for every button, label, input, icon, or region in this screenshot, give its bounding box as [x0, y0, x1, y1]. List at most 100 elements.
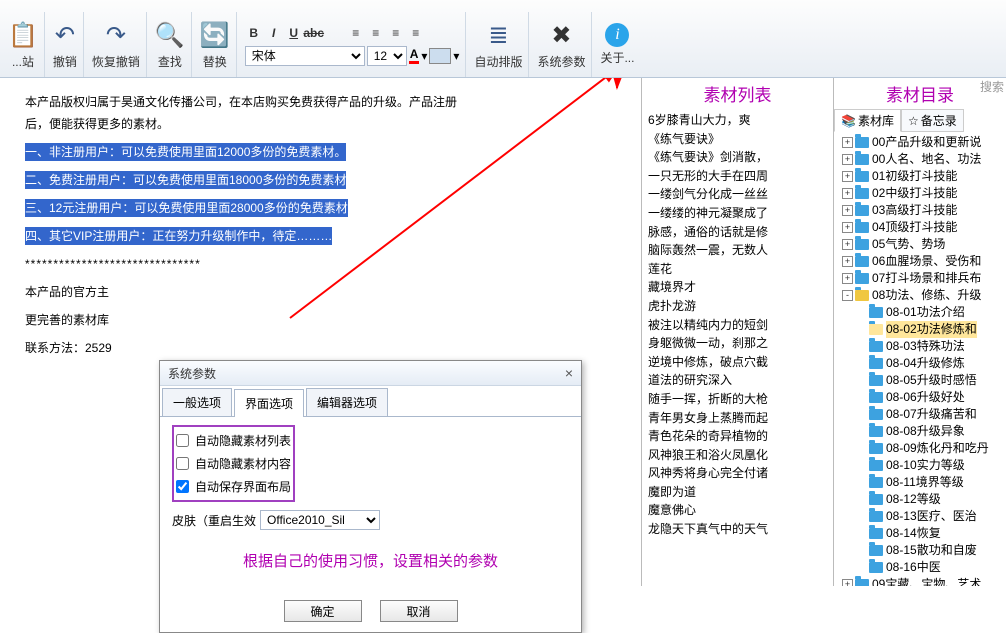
tree-item[interactable]: +00产品升级和更新说: [834, 134, 1006, 151]
tree-item[interactable]: +02中级打斗技能: [834, 185, 1006, 202]
material-list-pane: 素材列表 6岁膝青山大力，爽《练气要诀》《练气要诀》剑消散，一只无形的大手在四周…: [642, 78, 834, 586]
list-item[interactable]: 青年男女身上蒸腾而起: [648, 409, 827, 428]
list-item[interactable]: 《练气要诀》剑消散，: [648, 148, 827, 167]
editor-line: 本产品版权归属于昊通文化传播公司，在本店购买免费获得产品的升级。产品注册: [25, 95, 457, 109]
chk-hide-content[interactable]: [176, 457, 189, 470]
align-justify-button[interactable]: ≡: [407, 24, 425, 42]
tree-item[interactable]: +00人名、地名、功法: [834, 151, 1006, 168]
list-item[interactable]: 魔意佛心: [648, 501, 827, 520]
editor-line: 二、免费注册用户：可以免费使用里面18000多份的免费素材: [25, 171, 346, 189]
tree-item[interactable]: 08-08升级异象: [834, 423, 1006, 440]
tree-item[interactable]: 08-06升级好处: [834, 389, 1006, 406]
list-item[interactable]: 身躯微微一动，刹那之: [648, 334, 827, 353]
list-item[interactable]: 道法的研究深入: [648, 371, 827, 390]
dialog-titlebar[interactable]: 系统参数 ×: [160, 361, 581, 386]
chk-save-layout[interactable]: [176, 480, 189, 493]
list-item[interactable]: 脉感，通俗的话就是修: [648, 223, 827, 242]
chk-hide-list[interactable]: [176, 434, 189, 447]
tree-item[interactable]: +07打斗场景和排兵布: [834, 270, 1006, 287]
tree-item[interactable]: 08-02功法修炼和: [834, 321, 1006, 338]
tree-item[interactable]: 08-14恢复: [834, 525, 1006, 542]
strike-button[interactable]: abc: [305, 24, 323, 42]
tree-item[interactable]: 08-04升级修炼: [834, 355, 1006, 372]
list-item[interactable]: 龙隐天下真气中的天气: [648, 520, 827, 539]
tree-item[interactable]: 08-01功法介绍: [834, 304, 1006, 321]
toolbar: 📋...站 ↶撤销 ↷恢复撤销 🔍查找 🔄替换 B I U abc ≡ ≡ ≡ …: [0, 0, 1006, 78]
list-item[interactable]: 6岁膝青山大力，爽: [648, 111, 827, 130]
list-item[interactable]: 逆境中修炼，破点穴截: [648, 353, 827, 372]
editor-line: 后，便能获得更多的素材。: [25, 117, 169, 131]
replace-button[interactable]: 🔄替换: [194, 12, 237, 77]
search-hint[interactable]: 搜索: [980, 78, 1004, 95]
material-tree[interactable]: +00产品升级和更新说+00人名、地名、功法+01初级打斗技能+02中级打斗技能…: [834, 132, 1006, 586]
tree-tabs: 📚 素材库 ☆ 备忘录: [834, 109, 1006, 132]
undo-button[interactable]: ↶撤销: [47, 12, 84, 77]
list-item[interactable]: 一缕剑气分化成一丝丝: [648, 185, 827, 204]
dialog-close-button[interactable]: ×: [565, 365, 573, 381]
tab-ui[interactable]: 界面选项: [234, 389, 304, 417]
list-item[interactable]: 虎扑龙游: [648, 297, 827, 316]
list-item[interactable]: 青色花朵的奇异植物的: [648, 427, 827, 446]
list-item[interactable]: 《练气要诀》: [648, 130, 827, 149]
list-item[interactable]: 一只无形的大手在四周: [648, 167, 827, 186]
system-params-button[interactable]: ✖系统参数: [531, 12, 592, 77]
font-select[interactable]: 宋体: [245, 46, 365, 66]
material-list-title: 素材列表: [642, 78, 833, 109]
tab-editor[interactable]: 编辑器选项: [306, 388, 388, 416]
list-item[interactable]: 被注以精纯内力的短剑: [648, 316, 827, 335]
align-right-button[interactable]: ≡: [387, 24, 405, 42]
about-button[interactable]: i关于...: [594, 12, 640, 77]
list-item[interactable]: 脑际轰然一震，无数人: [648, 241, 827, 260]
tree-item[interactable]: +09宝藏、宝物、艺术: [834, 576, 1006, 586]
tree-item[interactable]: +01初级打斗技能: [834, 168, 1006, 185]
list-item[interactable]: 一缕缕的神元凝聚成了: [648, 204, 827, 223]
list-item[interactable]: 藏境界才: [648, 278, 827, 297]
tree-item[interactable]: 08-07升级痛苦和: [834, 406, 1006, 423]
skin-label: 皮肤（重启生效: [172, 512, 256, 529]
tree-item[interactable]: 08-05升级时感悟: [834, 372, 1006, 389]
format-group: B I U abc ≡ ≡ ≡ ≡ 宋体 12 A▾ ▾: [239, 12, 467, 77]
tree-item[interactable]: +06血腥场景、受伤和: [834, 253, 1006, 270]
tab-general[interactable]: 一般选项: [162, 388, 232, 416]
skin-select[interactable]: Office2010_Sil: [260, 510, 380, 530]
tree-item[interactable]: 08-12等级: [834, 491, 1006, 508]
list-item[interactable]: 随手一挥，折断的大枪: [648, 390, 827, 409]
list-item[interactable]: 魔即为道: [648, 483, 827, 502]
tab-library[interactable]: 📚 素材库: [834, 109, 901, 132]
fontsize-select[interactable]: 12: [367, 46, 407, 66]
list-item[interactable]: 风神狼王和浴火凤凰化: [648, 446, 827, 465]
redo-button[interactable]: ↷恢复撤销: [86, 12, 147, 77]
paste-button[interactable]: 📋...站: [2, 12, 45, 77]
tab-memo[interactable]: ☆ 备忘录: [901, 109, 964, 132]
tree-item[interactable]: +05气势、势场: [834, 236, 1006, 253]
align-center-button[interactable]: ≡: [367, 24, 385, 42]
tree-item[interactable]: 08-15散功和自废: [834, 542, 1006, 559]
cancel-button[interactable]: 取消: [380, 600, 458, 622]
material-list[interactable]: 6岁膝青山大力，爽《练气要诀》《练气要诀》剑消散，一只无形的大手在四周一缕剑气分…: [642, 109, 833, 586]
tree-item[interactable]: 08-10实力等级: [834, 457, 1006, 474]
ok-button[interactable]: 确定: [284, 600, 362, 622]
highlight-color-button[interactable]: [429, 48, 451, 64]
tree-item[interactable]: +03高级打斗技能: [834, 202, 1006, 219]
list-item[interactable]: 风神秀将身心完全付诸: [648, 464, 827, 483]
italic-button[interactable]: I: [265, 24, 283, 42]
align-left-button[interactable]: ≡: [347, 24, 365, 42]
tree-item[interactable]: +04顶级打斗技能: [834, 219, 1006, 236]
list-item[interactable]: 莲花: [648, 260, 827, 279]
find-button[interactable]: 🔍查找: [149, 12, 192, 77]
tree-item[interactable]: 08-13医疗、医治: [834, 508, 1006, 525]
tree-item[interactable]: 08-09炼化丹和吃丹: [834, 440, 1006, 457]
tree-item[interactable]: 08-11境界等级: [834, 474, 1006, 491]
underline-button[interactable]: U: [285, 24, 303, 42]
checkbox-highlight: 自动隐藏素材列表 自动隐藏素材内容 自动保存界面布局: [172, 425, 295, 502]
editor-content[interactable]: 本产品版权归属于昊通文化传播公司，在本店购买免费获得产品的升级。产品注册 后，便…: [0, 78, 641, 372]
tree-item[interactable]: 08-16中医: [834, 559, 1006, 576]
dialog-body: 自动隐藏素材列表 自动隐藏素材内容 自动保存界面布局 皮肤（重启生效 Offic…: [160, 417, 581, 579]
font-color-button[interactable]: A: [409, 47, 420, 64]
dialog-tabs: 一般选项 界面选项 编辑器选项: [160, 388, 581, 417]
tree-item[interactable]: -08功法、修练、升级: [834, 287, 1006, 304]
auto-layout-button[interactable]: ≣自动排版: [468, 12, 529, 77]
dialog-title-text: 系统参数: [168, 365, 216, 382]
bold-button[interactable]: B: [245, 24, 263, 42]
tree-item[interactable]: 08-03特殊功法: [834, 338, 1006, 355]
